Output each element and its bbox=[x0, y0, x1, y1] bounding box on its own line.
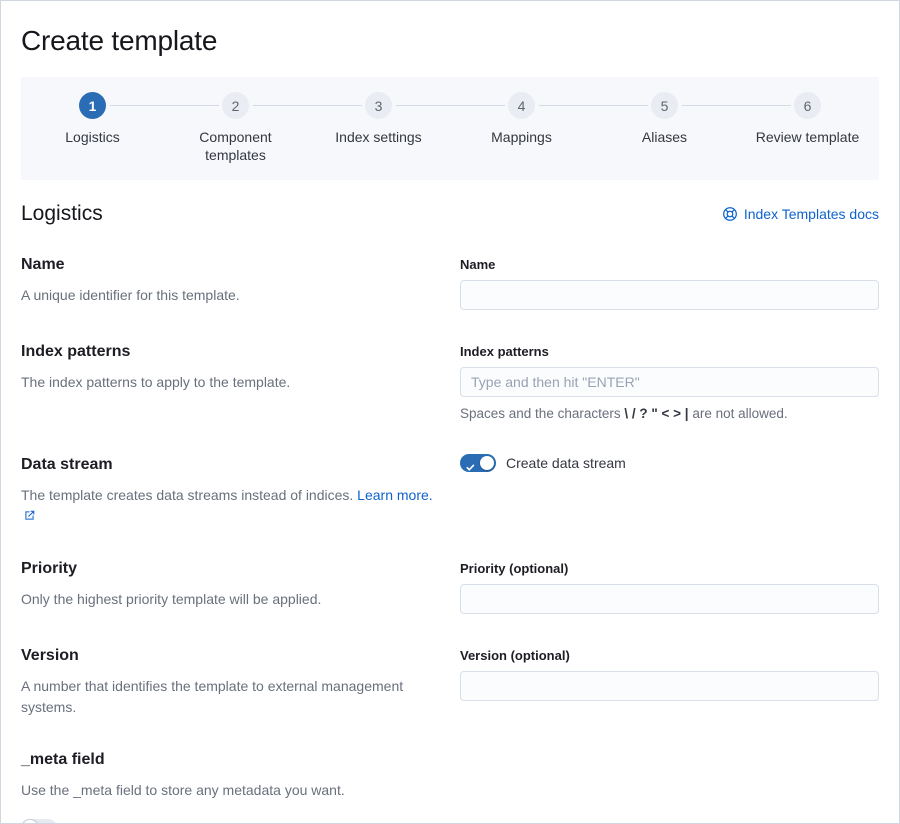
form-row-priority: Priority Only the highest priority templ… bbox=[21, 558, 879, 614]
data-stream-field-column: Create data stream bbox=[460, 454, 879, 527]
wizard-stepper: 1 Logistics 2 Component templates 3 Inde… bbox=[21, 77, 879, 180]
form-row-version: Version A number that identifies the tem… bbox=[21, 645, 879, 718]
name-row-heading: Name bbox=[21, 256, 65, 273]
step-label: Index settings bbox=[335, 129, 422, 145]
docs-link-label: Index Templates docs bbox=[743, 206, 879, 222]
index-patterns-description-column: Index patterns The index patterns to app… bbox=[21, 341, 440, 423]
data-stream-row-heading: Data stream bbox=[21, 456, 113, 473]
priority-row-description: Only the highest priority template will … bbox=[21, 591, 322, 607]
form-row-name: Name A unique identifier for this templa… bbox=[21, 254, 879, 310]
page-title: Create template bbox=[21, 25, 218, 56]
step-label: Aliases bbox=[641, 129, 688, 145]
create-data-stream-toggle[interactable] bbox=[460, 454, 496, 472]
step-number-badge: 3 bbox=[365, 92, 392, 119]
add-metadata-toggle[interactable] bbox=[21, 819, 57, 823]
toggle-knob bbox=[21, 819, 39, 823]
external-link-icon bbox=[24, 506, 35, 527]
check-icon bbox=[466, 459, 475, 477]
disallowed-characters: \ / ? " < > | bbox=[624, 406, 689, 421]
learn-more-link[interactable]: Learn more. bbox=[357, 487, 432, 503]
index-patterns-row-heading: Index patterns bbox=[21, 343, 131, 360]
index-patterns-row-description: The index patterns to apply to the templ… bbox=[21, 374, 291, 390]
stepper-step-logistics[interactable]: 1 Logistics bbox=[21, 92, 164, 164]
form-row-data-stream: Data stream The template creates data st… bbox=[21, 454, 879, 527]
meta-field-column bbox=[460, 749, 879, 823]
step-number-badge: 5 bbox=[651, 92, 678, 119]
meta-row-description: Use the _meta field to store any metadat… bbox=[21, 782, 345, 798]
name-field-column: Name bbox=[460, 254, 879, 310]
priority-field-label: Priority (optional) bbox=[460, 561, 569, 576]
data-stream-row-description: The template creates data streams instea… bbox=[21, 485, 440, 527]
step-label: Logistics bbox=[65, 129, 120, 145]
data-stream-description-column: Data stream The template creates data st… bbox=[21, 454, 440, 527]
index-patterns-field-column: Index patterns Spaces and the characters… bbox=[460, 341, 879, 423]
step-label: Review template bbox=[755, 129, 860, 145]
index-patterns-help-text: Spaces and the characters \ / ? " < > | … bbox=[460, 406, 788, 421]
create-data-stream-toggle-label: Create data stream bbox=[506, 455, 626, 471]
create-template-page: Create template 1 Logistics 2 Component … bbox=[0, 0, 900, 824]
priority-description-column: Priority Only the highest priority templ… bbox=[21, 558, 440, 614]
name-input[interactable] bbox=[460, 280, 879, 310]
section-header: Logistics Index Templates docs bbox=[21, 200, 879, 228]
step-label: Mappings bbox=[491, 129, 552, 145]
step-number-badge: 1 bbox=[79, 92, 106, 119]
priority-field-column: Priority (optional) bbox=[460, 558, 879, 614]
version-row-description: A number that identifies the template to… bbox=[21, 678, 404, 715]
step-number-badge: 2 bbox=[222, 92, 249, 119]
toggle-knob bbox=[480, 456, 494, 470]
meta-description-column: _meta field Use the _meta field to store… bbox=[21, 749, 440, 823]
version-row-heading: Version bbox=[21, 647, 79, 664]
index-patterns-field-label: Index patterns bbox=[460, 344, 549, 359]
index-templates-docs-link[interactable]: Index Templates docs bbox=[722, 206, 879, 222]
step-label: Component templates bbox=[199, 129, 272, 163]
add-metadata-toggle-label: Add metadata bbox=[67, 820, 154, 823]
section-title: Logistics bbox=[21, 202, 103, 225]
stepper-step-review-template[interactable]: 6 Review template bbox=[736, 92, 879, 164]
meta-row-heading: _meta field bbox=[21, 751, 105, 768]
name-row-description: A unique identifier for this template. bbox=[21, 287, 240, 303]
step-number-badge: 6 bbox=[794, 92, 821, 119]
form-row-meta: _meta field Use the _meta field to store… bbox=[21, 749, 879, 823]
version-field-label: Version (optional) bbox=[460, 648, 570, 663]
version-description-column: Version A number that identifies the tem… bbox=[21, 645, 440, 718]
name-field-label: Name bbox=[460, 257, 496, 272]
form-row-index-patterns: Index patterns The index patterns to app… bbox=[21, 341, 879, 423]
stepper-step-component-templates[interactable]: 2 Component templates bbox=[164, 92, 307, 164]
lifebuoy-help-icon bbox=[722, 206, 738, 222]
stepper-step-index-settings[interactable]: 3 Index settings bbox=[307, 92, 450, 164]
stepper-step-aliases[interactable]: 5 Aliases bbox=[593, 92, 736, 164]
version-field-column: Version (optional) bbox=[460, 645, 879, 718]
step-number-badge: 4 bbox=[508, 92, 535, 119]
version-input[interactable] bbox=[460, 671, 879, 701]
index-patterns-input[interactable] bbox=[460, 367, 879, 397]
name-description-column: Name A unique identifier for this templa… bbox=[21, 254, 440, 310]
priority-row-heading: Priority bbox=[21, 560, 78, 577]
stepper-step-mappings[interactable]: 4 Mappings bbox=[450, 92, 593, 164]
priority-input[interactable] bbox=[460, 584, 879, 614]
